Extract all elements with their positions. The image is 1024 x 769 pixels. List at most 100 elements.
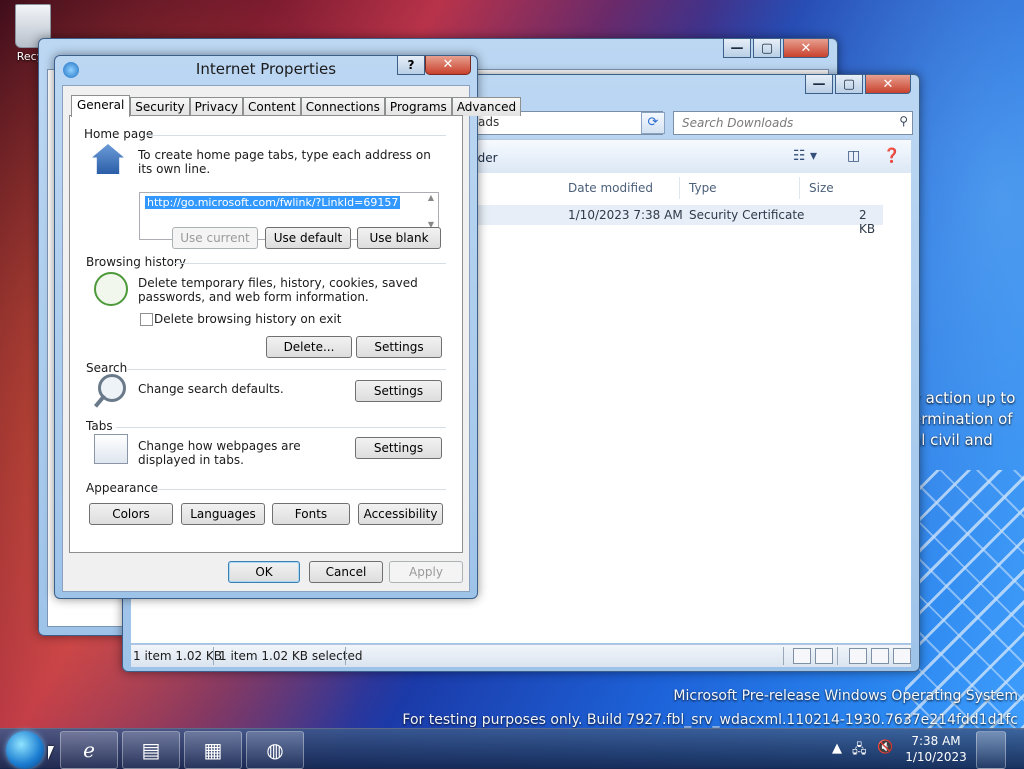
search-input[interactable]: Search Downloads ⚲ — [673, 111, 913, 135]
group-divider — [173, 263, 446, 264]
tabs-settings-button[interactable]: Settings — [355, 437, 442, 459]
refresh-icon[interactable]: ⟳ — [641, 112, 665, 134]
tabs-group-label: Tabs — [86, 419, 113, 433]
use-default-button[interactable]: Use default — [265, 227, 351, 249]
desktop-partial-text: y action up to ermination of al civil an… — [912, 388, 1015, 451]
search-icon[interactable]: ⚲ — [899, 114, 908, 128]
ok-button[interactable]: OK — [228, 561, 300, 583]
general-tab-panel: Home page To create home page tabs, type… — [69, 115, 463, 553]
accessibility-button[interactable]: Accessibility — [358, 503, 443, 525]
file-size: 2 KB — [859, 208, 876, 236]
tab-connections[interactable]: Connections — [300, 97, 385, 116]
details-view-icon[interactable] — [793, 648, 811, 664]
tab-privacy[interactable]: Privacy — [189, 97, 244, 116]
view-options-icon[interactable]: ☷ ▾ — [793, 148, 817, 164]
close-button[interactable]: ✕ — [425, 56, 471, 75]
internet-explorer-taskbar-icon[interactable]: ℯ — [60, 731, 118, 769]
languages-button[interactable]: Languages — [181, 503, 265, 525]
search-placeholder: Search Downloads — [682, 116, 794, 130]
search-description: Change search defaults. — [138, 382, 284, 396]
build-watermark: Microsoft Pre-release Windows Operating … — [402, 684, 1018, 732]
user-tile-icon[interactable] — [976, 731, 1006, 769]
internet-options-taskbar-icon[interactable]: ◍ — [246, 731, 304, 769]
file-row[interactable]: 1/10/2023 7:38 AM Security Certificate 2… — [467, 205, 883, 236]
file-type: Security Certificate — [689, 208, 805, 222]
volume-muted-icon[interactable]: 🔇 — [877, 740, 893, 755]
caption-buttons: — ▢ ✕ — [805, 75, 911, 94]
help-button[interactable]: ? — [397, 56, 425, 75]
maximize-button[interactable]: ▢ — [753, 39, 781, 58]
tabs-description: Change how webpages are displayed in tab… — [138, 439, 301, 467]
column-separator — [679, 177, 680, 199]
tab-advanced[interactable]: Advanced — [451, 97, 522, 116]
desktop-text-line: ermination of — [912, 410, 1013, 428]
show-hidden-icons-icon[interactable]: ▲ — [832, 741, 842, 756]
browsing-history-description: Delete temporary files, history, cookies… — [138, 276, 418, 304]
tabs-icon — [94, 434, 128, 464]
tab-general[interactable]: General — [71, 95, 131, 117]
status-bar: 1 item 1.02 KB 1 item 1.02 KB selected — [131, 644, 911, 667]
watermark-line-1: Microsoft Pre-release Windows Operating … — [673, 688, 1018, 704]
layout-icon-2[interactable] — [871, 648, 889, 664]
maximize-button[interactable]: ▢ — [835, 75, 863, 94]
fonts-button[interactable]: Fonts — [272, 503, 350, 525]
tab-content[interactable]: Content — [243, 97, 301, 116]
start-button[interactable] — [6, 731, 44, 769]
history-settings-button[interactable]: Settings — [356, 336, 442, 358]
delete-history-checkbox-label[interactable]: Delete browsing history on exit — [154, 312, 341, 326]
caption-buttons: — ▢ ✕ — [723, 39, 829, 58]
home-icon — [92, 144, 124, 174]
home-page-url-value: http://go.microsoft.com/fwlink/?LinkId=6… — [145, 196, 401, 209]
close-button[interactable]: ✕ — [865, 75, 911, 94]
status-separator — [837, 647, 838, 665]
home-page-group-label: Home page — [84, 127, 154, 141]
clock-time: 7:38 AM — [911, 734, 961, 748]
internet-properties-dialog[interactable]: Internet Properties ? ✕ General Security… — [54, 55, 522, 599]
status-separator — [345, 647, 346, 665]
search-icon-handle — [93, 394, 107, 408]
mouse-cursor-icon — [48, 746, 54, 760]
group-divider — [146, 135, 446, 136]
tab-security[interactable]: Security — [130, 97, 190, 116]
status-separator — [213, 647, 214, 665]
use-current-button[interactable]: Use current — [172, 227, 258, 249]
minimize-button[interactable]: — — [805, 75, 833, 94]
status-selected: 1 item 1.02 KB selected — [219, 649, 363, 663]
tab-strip: General Security Privacy Content Connect… — [71, 95, 522, 117]
search-settings-button[interactable]: Settings — [355, 380, 442, 402]
taskbar: ℯ ▤ ▦ ◍ ▲ 🖧 🔇 7:38 AM 1/10/2023 — [0, 728, 1024, 769]
windows-explorer-taskbar-icon[interactable]: ▤ — [122, 731, 180, 769]
close-button[interactable]: ✕ — [783, 39, 829, 58]
address-text: ads — [478, 115, 500, 129]
preview-pane-icon[interactable]: ◫ — [847, 148, 860, 164]
use-blank-button[interactable]: Use blank — [357, 227, 441, 249]
help-icon[interactable]: ❓ — [883, 148, 900, 164]
apply-button[interactable]: Apply — [389, 561, 463, 583]
layout-icon-1[interactable] — [849, 648, 867, 664]
system-clock[interactable]: 7:38 AM 1/10/2023 — [900, 733, 972, 765]
group-divider — [126, 369, 446, 370]
clock-date: 1/10/2023 — [905, 750, 967, 764]
group-divider — [116, 427, 446, 428]
home-page-instruction: To create home page tabs, type each addr… — [138, 148, 431, 176]
minimize-button[interactable]: — — [723, 39, 751, 58]
cancel-button[interactable]: Cancel — [309, 561, 383, 583]
layout-icon-3[interactable] — [893, 648, 911, 664]
column-date-modified[interactable]: Date modified — [568, 181, 653, 195]
network-icon[interactable]: 🖧 — [852, 740, 867, 762]
column-separator — [799, 177, 800, 199]
delete-button[interactable]: Delete... — [266, 336, 352, 358]
group-divider — [156, 489, 446, 490]
colors-button[interactable]: Colors — [89, 503, 173, 525]
status-item-count: 1 item 1.02 KB — [133, 649, 223, 663]
appearance-group-label: Appearance — [86, 481, 159, 495]
large-icons-view-icon[interactable] — [815, 648, 833, 664]
tab-programs[interactable]: Programs — [384, 97, 452, 116]
search-group-label: Search — [86, 361, 128, 375]
column-size[interactable]: Size — [809, 181, 834, 195]
status-separator — [783, 647, 784, 665]
browsing-history-group-label: Browsing history — [86, 255, 186, 269]
column-type[interactable]: Type — [689, 181, 717, 195]
control-panel-taskbar-icon[interactable]: ▦ — [184, 731, 242, 769]
delete-history-checkbox[interactable] — [140, 313, 153, 326]
